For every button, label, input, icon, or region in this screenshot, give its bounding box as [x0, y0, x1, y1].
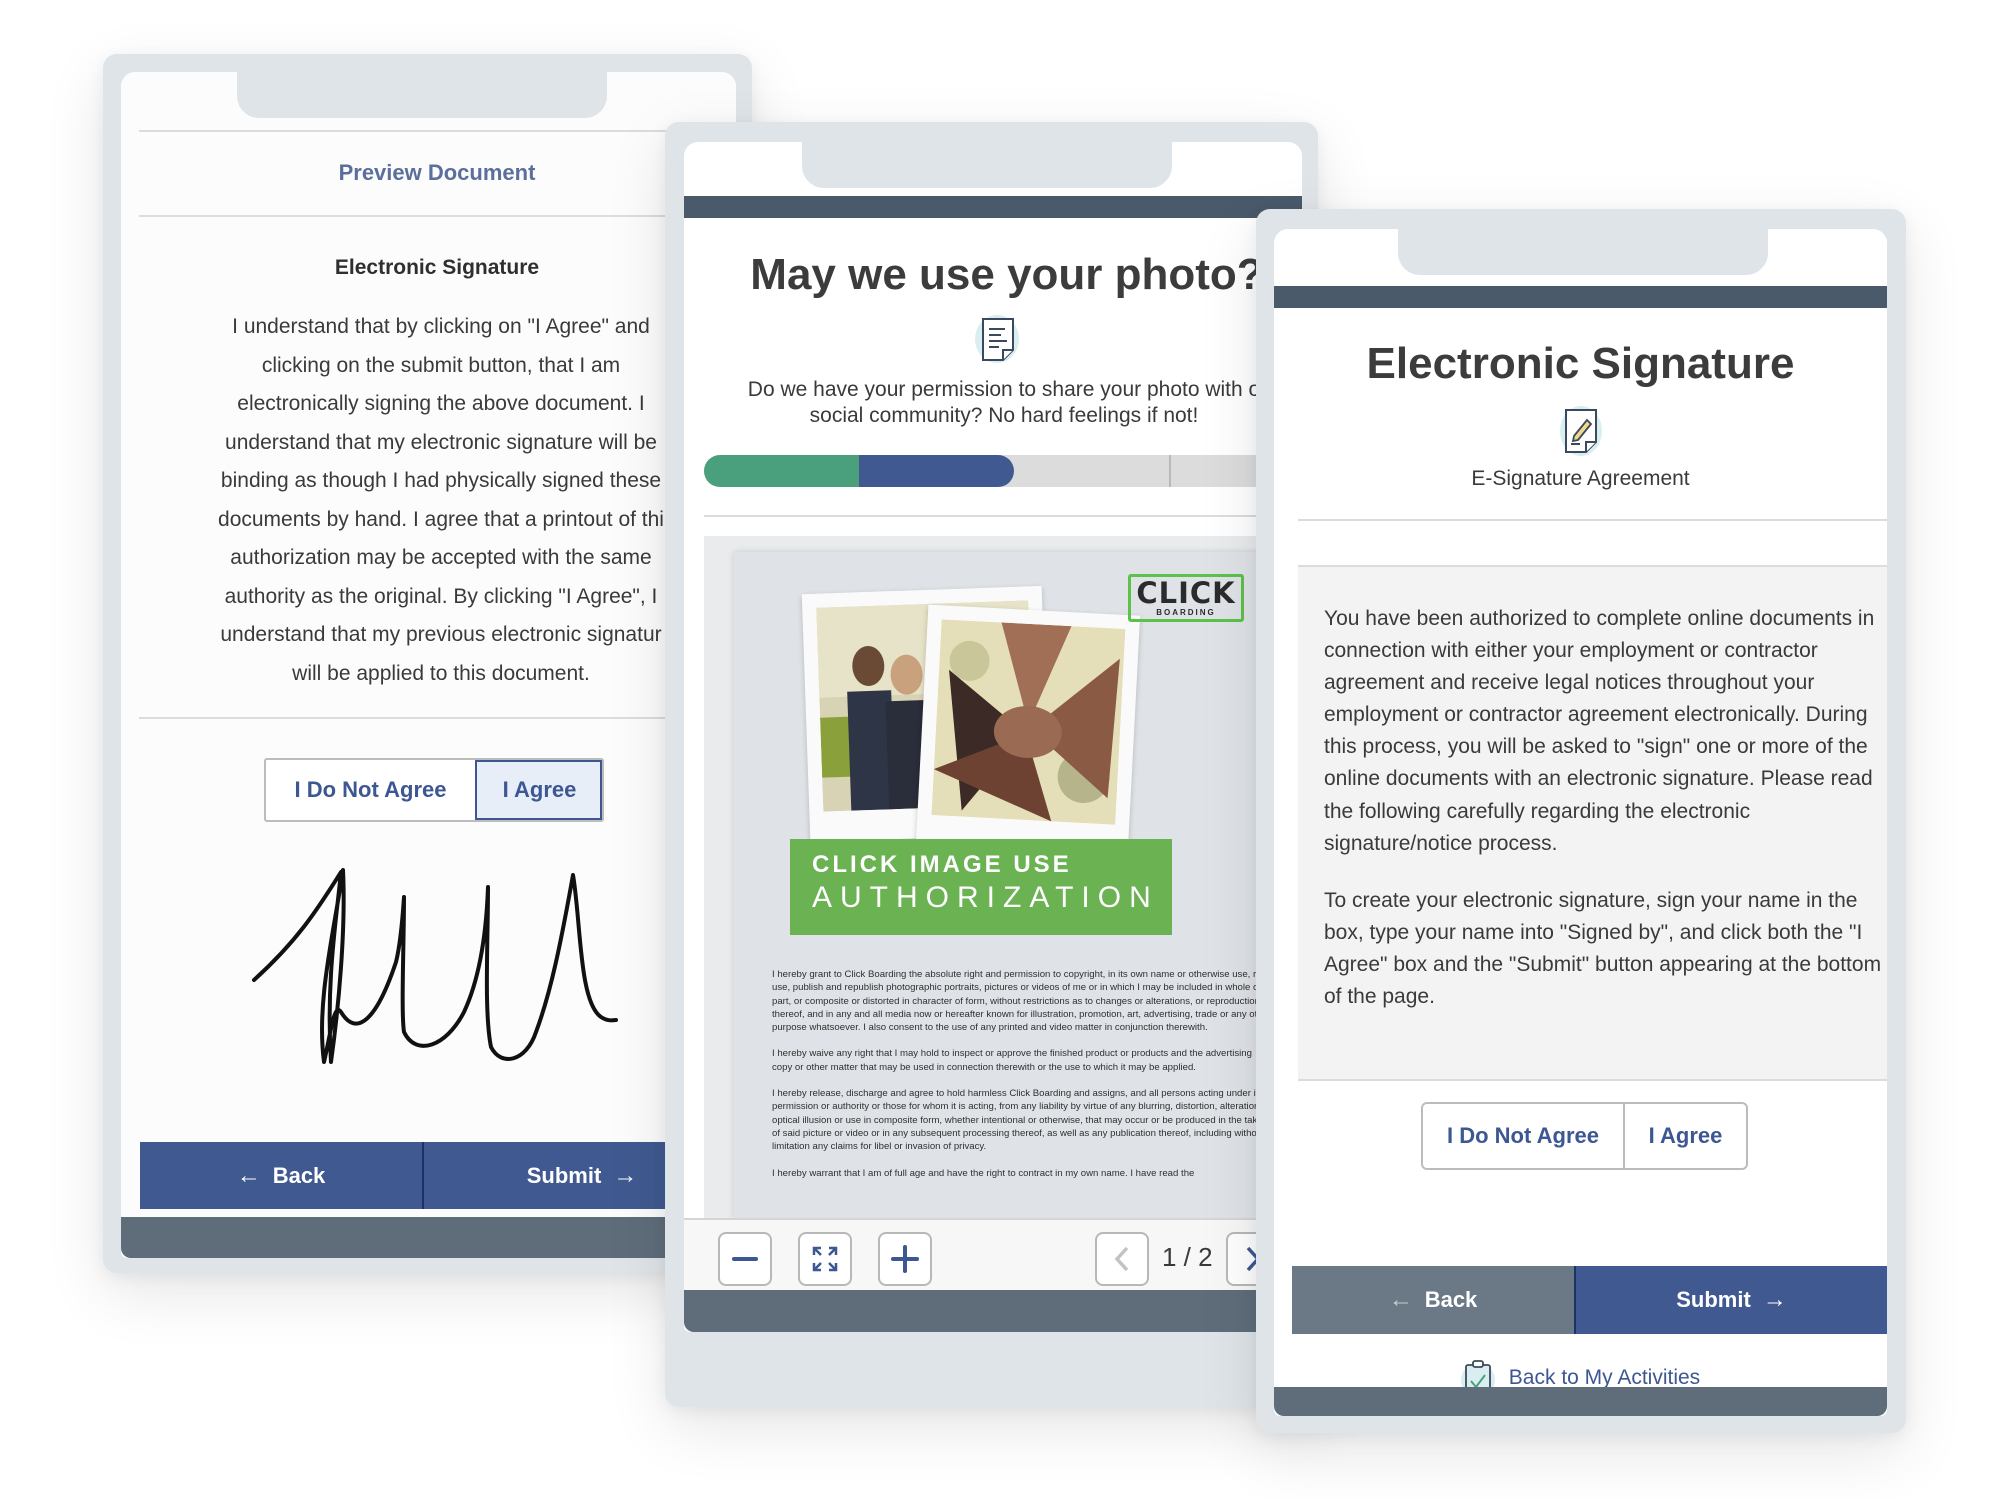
hands-photo — [915, 604, 1141, 856]
arrow-right-icon: → — [1762, 1286, 1787, 1313]
divider — [704, 515, 1302, 517]
zoom-in-button[interactable] — [878, 1232, 932, 1286]
fit-screen-button[interactable] — [798, 1232, 852, 1286]
text-line: Do we have your permission to share your… — [747, 378, 1261, 401]
document-icon — [982, 318, 1014, 361]
page-title: May we use your photo? — [750, 250, 1264, 299]
photo-consent-screen: May we use your photo? Do we have your p… — [684, 142, 1302, 1332]
progress-step-divider — [1169, 455, 1171, 487]
text-line: clicking on the submit button, that I am — [261, 353, 621, 377]
agree-toggle-group: I Do Not Agree I Agree — [1421, 1102, 1748, 1170]
zoom-out-button[interactable] — [718, 1232, 772, 1286]
minus-icon — [732, 1257, 758, 1261]
text-line: authority as the original. By clicking "… — [224, 584, 658, 608]
preview-screen: Preview Document Electronic Signature I … — [121, 72, 736, 1258]
banner-line-1: CLICK IMAGE USE — [812, 851, 1072, 878]
i-do-not-agree-button[interactable]: I Do Not Agree — [1423, 1104, 1623, 1168]
divider — [139, 215, 736, 217]
expand-icon — [812, 1246, 838, 1272]
legal-paragraph: I hereby waive any right that I may hold… — [772, 1048, 1252, 1073]
text-line: social community? No hard feelings if no… — [809, 404, 1199, 427]
i-agree-button[interactable]: I Agree — [475, 760, 602, 820]
agree-toggle-group: I Do Not Agree I Agree — [264, 758, 604, 822]
logo-subtext: BOARDING — [1156, 608, 1216, 617]
legal-paragraph: I hereby release, discharge and agree to… — [772, 1088, 1271, 1153]
permission-question: Do we have your permission to share your… — [684, 377, 1302, 429]
page-title: Electronic Signature — [1366, 339, 1795, 388]
document-banner: CLICK IMAGE USE AUTHORIZATION — [790, 839, 1172, 935]
i-do-not-agree-button[interactable]: I Do Not Agree — [266, 760, 475, 820]
disclosure-text: You have been authorized to complete onl… — [1324, 603, 1884, 1038]
back-label: Back — [272, 1162, 326, 1188]
divider — [1298, 519, 1887, 521]
text-line: understand that my previous electronic s… — [220, 623, 662, 646]
text-line: binding as though I had physically signe… — [220, 469, 662, 492]
disclosure-box: You have been authorized to complete onl… — [1298, 565, 1887, 1081]
submit-label: Submit — [526, 1162, 602, 1188]
divider — [139, 130, 736, 132]
arrow-left-icon: ← — [1388, 1286, 1413, 1313]
document-pencil-icon — [1565, 409, 1597, 453]
action-bar: ← Back Submit → — [140, 1142, 736, 1209]
progress-completed — [704, 455, 859, 487]
legal-paragraph: I hereby grant to Click Boarding the abs… — [772, 969, 1272, 1034]
device-notch — [1398, 229, 1768, 275]
document-viewer[interactable]: CLICK BOARDING CLICK IMAGE USE AUTHORIZA… — [704, 536, 1302, 1218]
section-title: Electronic Signature — [334, 256, 540, 279]
device-bottom-bar — [1274, 1387, 1887, 1416]
device-notch — [237, 72, 607, 118]
previous-page-button[interactable] — [1095, 1232, 1149, 1286]
header-bar — [684, 196, 1302, 218]
preview-document-link[interactable]: Preview Document — [121, 160, 736, 186]
legal-paragraph: I hereby warrant that I am of full age a… — [772, 1167, 1195, 1179]
document-page: CLICK BOARDING CLICK IMAGE USE AUTHORIZA… — [734, 552, 1294, 1218]
device-bottom-bar — [121, 1217, 736, 1258]
banner-line-2: AUTHORIZATION — [812, 881, 1159, 914]
page-indicator: 1 / 2 — [1162, 1242, 1213, 1272]
handwritten-signature — [252, 868, 618, 1064]
disclosure-paragraph: To create your electronic signature, sig… — [1324, 888, 1882, 1009]
header-bar — [1274, 286, 1887, 308]
arrow-left-icon: ← — [236, 1161, 261, 1189]
text-line: authorization may be accepted with the s… — [230, 546, 652, 569]
back-button[interactable]: ← Back — [1292, 1266, 1574, 1334]
progress-current — [859, 455, 1014, 487]
text-line: electronically signing the above documen… — [237, 392, 645, 415]
back-label: Back — [1424, 1287, 1478, 1312]
i-agree-button[interactable]: I Agree — [1623, 1104, 1746, 1168]
device-bottom-bar — [684, 1290, 1302, 1332]
disclosure-paragraph: You have been authorized to complete onl… — [1324, 607, 1875, 855]
hands-photo-image — [931, 619, 1126, 825]
document-legal-text: I hereby grant to Click Boarding the abs… — [772, 968, 1272, 1193]
text-line: will be applied to this document. — [292, 661, 590, 685]
progress-bar — [704, 455, 1302, 487]
signature-pad[interactable] — [246, 862, 646, 1092]
page-subtitle: E-Signature Agreement — [1471, 467, 1690, 490]
click-boarding-logo: CLICK BOARDING — [1128, 574, 1244, 622]
logo-text: CLICK — [1136, 576, 1236, 610]
viewer-toolbar: 1 / 2 — [684, 1218, 1302, 1290]
submit-label: Submit — [1676, 1287, 1751, 1312]
text-line: documents by hand. I agree that a printo… — [218, 507, 664, 531]
back-button[interactable]: ← Back — [140, 1142, 422, 1209]
agreement-text: I understand that by clicking on "I Agre… — [151, 308, 731, 693]
submit-button[interactable]: Submit → — [1574, 1266, 1887, 1334]
device-notch — [802, 142, 1172, 188]
plus-icon — [891, 1245, 919, 1273]
text-line: I understand that by clicking on "I Agre… — [232, 315, 650, 338]
esignature-screen: Electronic Signature E-Signature Agreeme… — [1274, 229, 1887, 1416]
chevron-left-icon — [1114, 1246, 1129, 1272]
text-line: understand that my electronic signature … — [225, 430, 657, 454]
arrow-right-icon: → — [613, 1161, 638, 1189]
divider — [139, 717, 736, 719]
action-bar: ← Back Submit → — [1292, 1266, 1887, 1334]
